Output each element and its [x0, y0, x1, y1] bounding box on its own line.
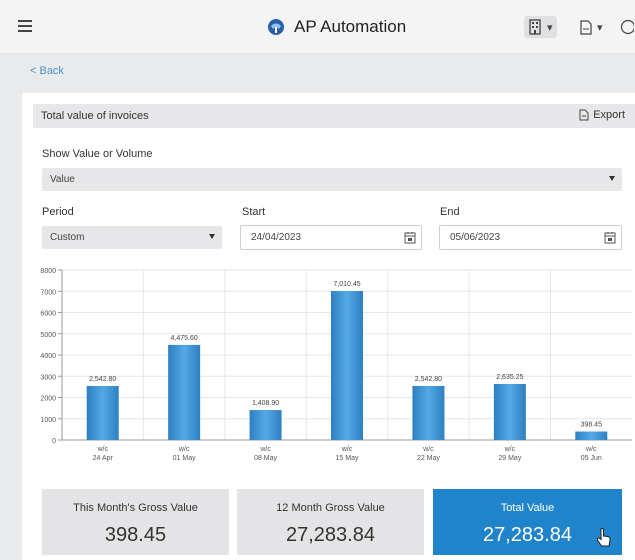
calendar-icon[interactable] — [604, 231, 616, 244]
bar-value-label: 4,475.60 — [171, 335, 198, 342]
chart-bar — [168, 344, 201, 440]
hand-cursor-icon — [596, 528, 611, 547]
chevron-down-icon — [209, 234, 215, 239]
stat-value: 398.45 — [104, 524, 167, 546]
y-tick-label: 8000 — [40, 268, 56, 275]
x-tick-label: 15 May — [336, 455, 359, 462]
x-tick-label: w/c — [178, 446, 190, 453]
panel-header: Total value of invoices Export — [33, 104, 635, 128]
bar-value-label: 2,542.80 — [415, 376, 442, 383]
bar-value-label: 2,635.25 — [496, 374, 523, 381]
document-menu-button[interactable]: ▾ — [580, 16, 603, 38]
show-value-volume-select[interactable]: Value — [42, 168, 622, 191]
stat-label: 12 Month Gross Value — [276, 502, 385, 514]
export-label: Export — [593, 109, 625, 121]
start-date-value: 24/04/2023 — [251, 232, 302, 243]
x-tick-label: 24 Apr — [93, 455, 114, 462]
chart-bar — [331, 291, 363, 440]
x-tick-label: w/c — [259, 446, 271, 453]
y-tick-label: 5000 — [40, 332, 56, 339]
bar-value-label: 2,542.80 — [89, 376, 116, 383]
x-tick-label: w/c — [504, 446, 516, 453]
stat-value: 27,283.84 — [483, 524, 572, 546]
app-logo-icon — [268, 19, 284, 35]
y-tick-label: 3000 — [40, 374, 56, 381]
chart-bar — [86, 385, 119, 440]
panel-title: Total value of invoices — [41, 110, 149, 122]
document-icon — [580, 19, 592, 35]
x-tick-label: 01 May — [173, 455, 196, 462]
start-date-input[interactable]: 24/04/2023 — [240, 225, 422, 250]
hamburger-icon[interactable] — [18, 20, 32, 35]
chart-bar — [249, 410, 282, 440]
export-button[interactable]: Export — [579, 109, 625, 121]
period-label: Period — [42, 206, 74, 218]
y-tick-label: 7000 — [40, 289, 56, 296]
y-tick-label: 2000 — [40, 396, 56, 403]
x-tick-label: w/c — [96, 446, 108, 453]
y-tick-label: 0 — [52, 438, 56, 445]
stat-this-month-gross: This Month's Gross Value 398.45 — [42, 489, 229, 555]
help-icon — [620, 19, 634, 35]
chevron-down-icon: ▾ — [597, 21, 603, 34]
end-date-value: 05/06/2023 — [450, 232, 501, 243]
building-menu-button[interactable]: ▾ — [524, 16, 557, 38]
back-link[interactable]: < Back — [30, 65, 64, 77]
x-tick-label: w/c — [585, 446, 597, 453]
chevron-down-icon — [609, 176, 615, 181]
x-tick-label: w/c — [341, 446, 353, 453]
help-button[interactable] — [620, 16, 634, 38]
bar-value-label: 7,010.45 — [333, 281, 360, 288]
period-select[interactable]: Custom — [42, 226, 222, 249]
period-selected: Custom — [50, 232, 85, 243]
chart-bar — [493, 384, 526, 440]
stat-value: 27,283.84 — [286, 524, 375, 546]
chart-bar — [575, 431, 608, 440]
stat-total-value[interactable]: Total Value 27,283.84 — [433, 489, 622, 555]
invoice-value-panel: Total value of invoices Export Show Valu… — [22, 93, 635, 560]
app-title: AP Automation — [294, 17, 407, 36]
chart-bar — [412, 385, 445, 440]
x-tick-label: 29 May — [498, 455, 521, 462]
show-value-volume-selected: Value — [50, 174, 75, 185]
x-tick-label: 08 May — [254, 455, 277, 462]
x-tick-label: 05 Jun — [581, 455, 602, 462]
invoice-value-bar-chart: 0 1000 2000 3000 4000 5000 6000 7000 8000 2,542.8… — [40, 268, 632, 462]
end-date-input[interactable]: 05/06/2023 — [439, 225, 622, 250]
chevron-down-icon: ▾ — [547, 21, 553, 34]
export-icon — [579, 109, 589, 121]
calendar-icon[interactable] — [404, 231, 416, 244]
show-value-volume-label: Show Value or Volume — [42, 148, 153, 160]
bar-value-label: 1,408.90 — [252, 400, 279, 407]
stat-label: Total Value — [500, 502, 555, 514]
top-bar: AP Automation ▾ ▾ — [0, 0, 635, 54]
stat-12-month-gross: 12 Month Gross Value 27,283.84 — [237, 489, 424, 555]
start-label: Start — [242, 206, 266, 218]
end-label: End — [440, 206, 460, 218]
y-tick-label: 4000 — [40, 353, 56, 360]
stat-label: This Month's Gross Value — [73, 502, 198, 514]
y-tick-label: 1000 — [40, 417, 56, 424]
x-tick-label: 22 May — [417, 455, 440, 462]
y-tick-label: 6000 — [40, 311, 56, 318]
building-icon — [529, 19, 541, 35]
x-tick-label: w/c — [422, 446, 434, 453]
bar-value-label: 398.45 — [581, 422, 603, 429]
